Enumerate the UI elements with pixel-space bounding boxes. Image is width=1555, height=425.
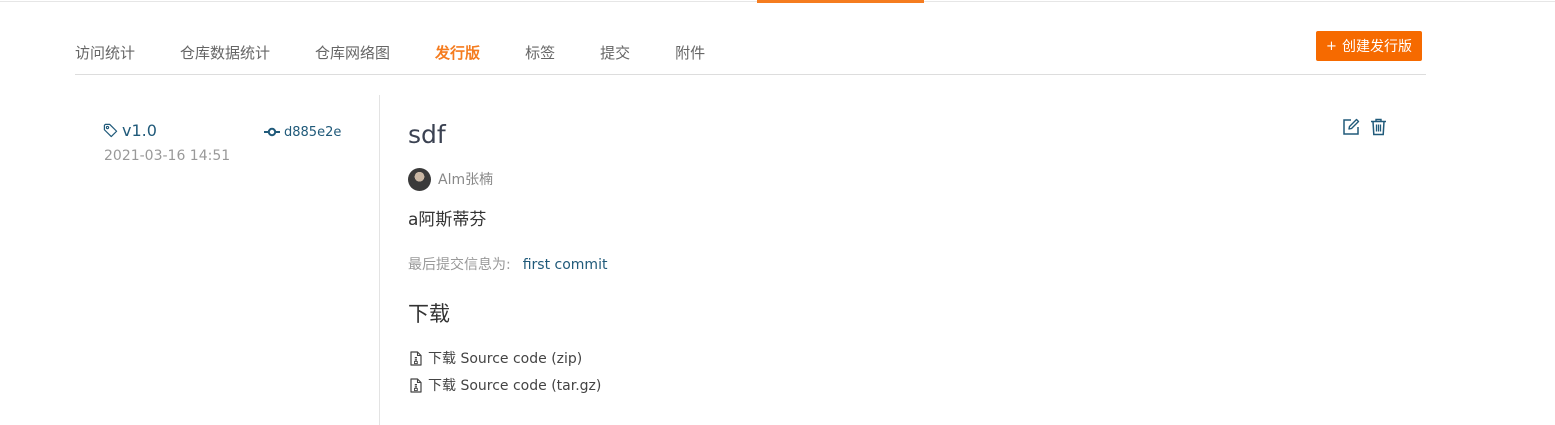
plus-icon: +: [1326, 38, 1337, 54]
trash-icon: [1371, 118, 1386, 136]
delete-release-button[interactable]: [1370, 118, 1387, 140]
downloads-heading: 下载: [408, 302, 450, 326]
release-description: a阿斯蒂芬: [408, 210, 487, 230]
last-commit-info: 最后提交信息为: first commit: [408, 254, 607, 274]
release-tag[interactable]: v1.0: [103, 119, 157, 141]
last-commit-message[interactable]: first commit: [523, 257, 608, 273]
repo-tabs: 访问统计 仓库数据统计 仓库网络图 发行版 标签 提交 附件: [75, 38, 750, 68]
release-author[interactable]: Alm张楠: [408, 167, 493, 191]
last-commit-label: 最后提交信息为:: [408, 257, 511, 273]
column-divider: [379, 95, 380, 425]
release-commit[interactable]: d885e2e: [264, 123, 341, 141]
commit-icon: [264, 127, 280, 137]
file-archive-icon: [410, 350, 422, 366]
download-zip-link[interactable]: 下载 Source code (zip): [410, 348, 582, 368]
tag-name: v1.0: [122, 120, 157, 140]
tab-network-graph[interactable]: 仓库网络图: [315, 38, 390, 68]
avatar[interactable]: [408, 167, 431, 191]
release-date: 2021-03-16 14:51: [104, 148, 231, 164]
author-name[interactable]: Alm张楠: [438, 169, 493, 189]
download-targz-label: 下载 Source code (tar.gz): [428, 378, 602, 394]
create-release-label: 创建发行版: [1341, 39, 1412, 55]
release-title: sdf: [408, 120, 446, 149]
download-zip-label: 下载 Source code (zip): [428, 351, 583, 367]
edit-icon: [1343, 118, 1360, 135]
file-archive-icon: [410, 377, 422, 393]
tab-tags[interactable]: 标签: [525, 38, 555, 68]
create-release-button[interactable]: + 创建发行版: [1316, 31, 1422, 61]
tab-repo-stats[interactable]: 仓库数据统计: [180, 38, 270, 68]
download-targz-link[interactable]: 下载 Source code (tar.gz): [410, 375, 601, 395]
tab-commits[interactable]: 提交: [600, 38, 630, 68]
tag-icon: [103, 123, 118, 137]
tabs-divider: [75, 74, 1426, 75]
tab-releases[interactable]: 发行版: [435, 38, 480, 68]
tab-attachments[interactable]: 附件: [675, 38, 705, 68]
release-page: 访问统计 仓库数据统计 仓库网络图 发行版 标签 提交 附件 + 创建发行版 v…: [0, 0, 1555, 425]
top-accent-bar: [757, 0, 924, 3]
edit-release-button[interactable]: [1342, 118, 1360, 140]
tab-visit-stats[interactable]: 访问统计: [75, 38, 135, 68]
commit-sha: d885e2e: [284, 124, 342, 140]
